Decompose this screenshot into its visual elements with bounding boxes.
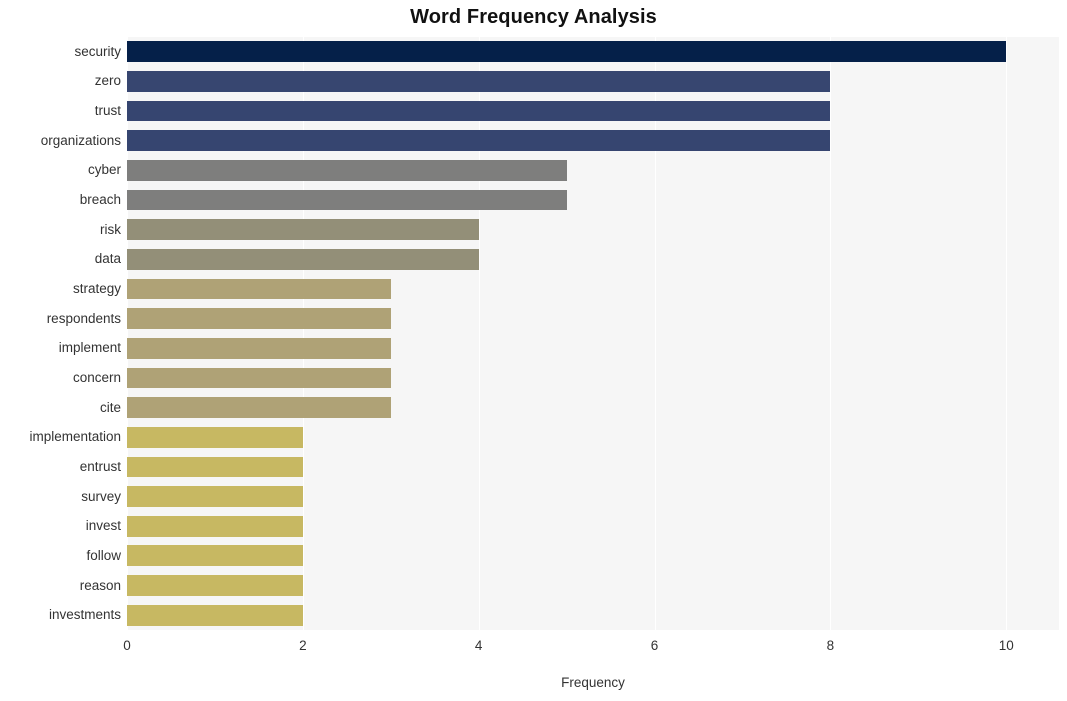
bars-layer bbox=[127, 37, 1059, 630]
y-tick-label-reason: reason bbox=[79, 577, 121, 593]
bar-cyber[interactable] bbox=[127, 160, 567, 181]
bar-survey[interactable] bbox=[127, 486, 303, 507]
bar-row[interactable] bbox=[127, 219, 1059, 241]
y-tick-label-investments: investments bbox=[48, 607, 121, 623]
x-axis-tick-labels: 0 2 4 6 8 10 bbox=[123, 638, 1059, 660]
y-tick-label-breach: breach bbox=[79, 192, 121, 208]
bar-row[interactable] bbox=[127, 575, 1059, 596]
bar-trust[interactable] bbox=[127, 100, 831, 122]
bar-invest[interactable] bbox=[127, 515, 303, 537]
y-tick-label-concern: concern bbox=[72, 369, 121, 385]
x-tick-label-2: 2 bbox=[299, 638, 307, 653]
y-tick-label-cite: cite bbox=[99, 399, 121, 415]
bar-row[interactable] bbox=[127, 160, 1059, 181]
x-tick-label-8: 8 bbox=[826, 638, 835, 653]
bar-row[interactable] bbox=[127, 308, 1059, 330]
bar-concern[interactable] bbox=[127, 367, 391, 389]
y-tick-label-cyber: cyber bbox=[87, 162, 121, 178]
x-tick-label-10: 10 bbox=[998, 638, 1014, 653]
y-tick-label-entrust: entrust bbox=[79, 458, 121, 474]
y-tick-label-zero: zero bbox=[94, 73, 121, 89]
bar-row[interactable] bbox=[127, 71, 1059, 92]
bar-row[interactable] bbox=[127, 604, 1059, 626]
y-tick-label-follow: follow bbox=[86, 547, 121, 563]
bar-follow[interactable] bbox=[127, 545, 303, 567]
bar-data[interactable] bbox=[127, 248, 479, 270]
bar-row[interactable] bbox=[127, 545, 1059, 567]
bar-row[interactable] bbox=[127, 515, 1059, 537]
bar-respondents[interactable] bbox=[127, 308, 391, 330]
bar-investments[interactable] bbox=[127, 604, 303, 626]
y-tick-label-invest: invest bbox=[85, 518, 121, 534]
bar-entrust[interactable] bbox=[127, 456, 303, 478]
bar-reason[interactable] bbox=[127, 575, 303, 596]
x-tick-label-0: 0 bbox=[123, 638, 131, 653]
x-tick-label-6: 6 bbox=[650, 638, 659, 653]
y-tick-label-strategy: strategy bbox=[72, 281, 121, 297]
y-tick-label-organizations: organizations bbox=[40, 132, 121, 148]
bar-organizations[interactable] bbox=[127, 130, 831, 152]
y-tick-label-data: data bbox=[94, 251, 121, 267]
bar-row[interactable] bbox=[127, 486, 1059, 507]
bar-risk[interactable] bbox=[127, 219, 479, 241]
bar-row[interactable] bbox=[127, 426, 1059, 448]
bar-strategy[interactable] bbox=[127, 278, 391, 300]
bar-row[interactable] bbox=[127, 397, 1059, 418]
bar-row[interactable] bbox=[127, 41, 1059, 63]
chart-title: Word Frequency Analysis bbox=[410, 6, 657, 28]
bar-implement[interactable] bbox=[127, 337, 391, 359]
bar-row[interactable] bbox=[127, 130, 1059, 152]
bar-breach[interactable] bbox=[127, 189, 567, 211]
x-axis-title: Frequency bbox=[561, 675, 625, 690]
bar-cite[interactable] bbox=[127, 397, 391, 418]
bar-row[interactable] bbox=[127, 367, 1059, 389]
y-tick-label-security: security bbox=[74, 43, 121, 59]
word-frequency-chart: Word Frequency Analysis security zero trus… bbox=[0, 0, 1067, 701]
y-tick-label-implement: implement bbox=[58, 340, 121, 356]
bar-row[interactable] bbox=[127, 100, 1059, 122]
y-tick-label-respondents: respondents bbox=[46, 310, 121, 326]
y-tick-label-risk: risk bbox=[100, 221, 121, 237]
bar-row[interactable] bbox=[127, 456, 1059, 478]
y-tick-label-implementation: implementation bbox=[29, 429, 121, 445]
bar-security[interactable] bbox=[127, 41, 1007, 63]
bar-implementation[interactable] bbox=[127, 426, 303, 448]
plot-area bbox=[127, 37, 1059, 630]
bar-row[interactable] bbox=[127, 189, 1059, 211]
bar-row[interactable] bbox=[127, 337, 1059, 359]
x-tick-label-4: 4 bbox=[474, 638, 483, 653]
bar-zero[interactable] bbox=[127, 71, 831, 92]
y-tick-label-trust: trust bbox=[94, 103, 121, 119]
bar-row[interactable] bbox=[127, 248, 1059, 270]
y-axis-tick-labels: security zero trust organizations cyber breac… bbox=[0, 37, 121, 630]
bar-row[interactable] bbox=[127, 278, 1059, 300]
y-tick-label-survey: survey bbox=[81, 488, 121, 504]
